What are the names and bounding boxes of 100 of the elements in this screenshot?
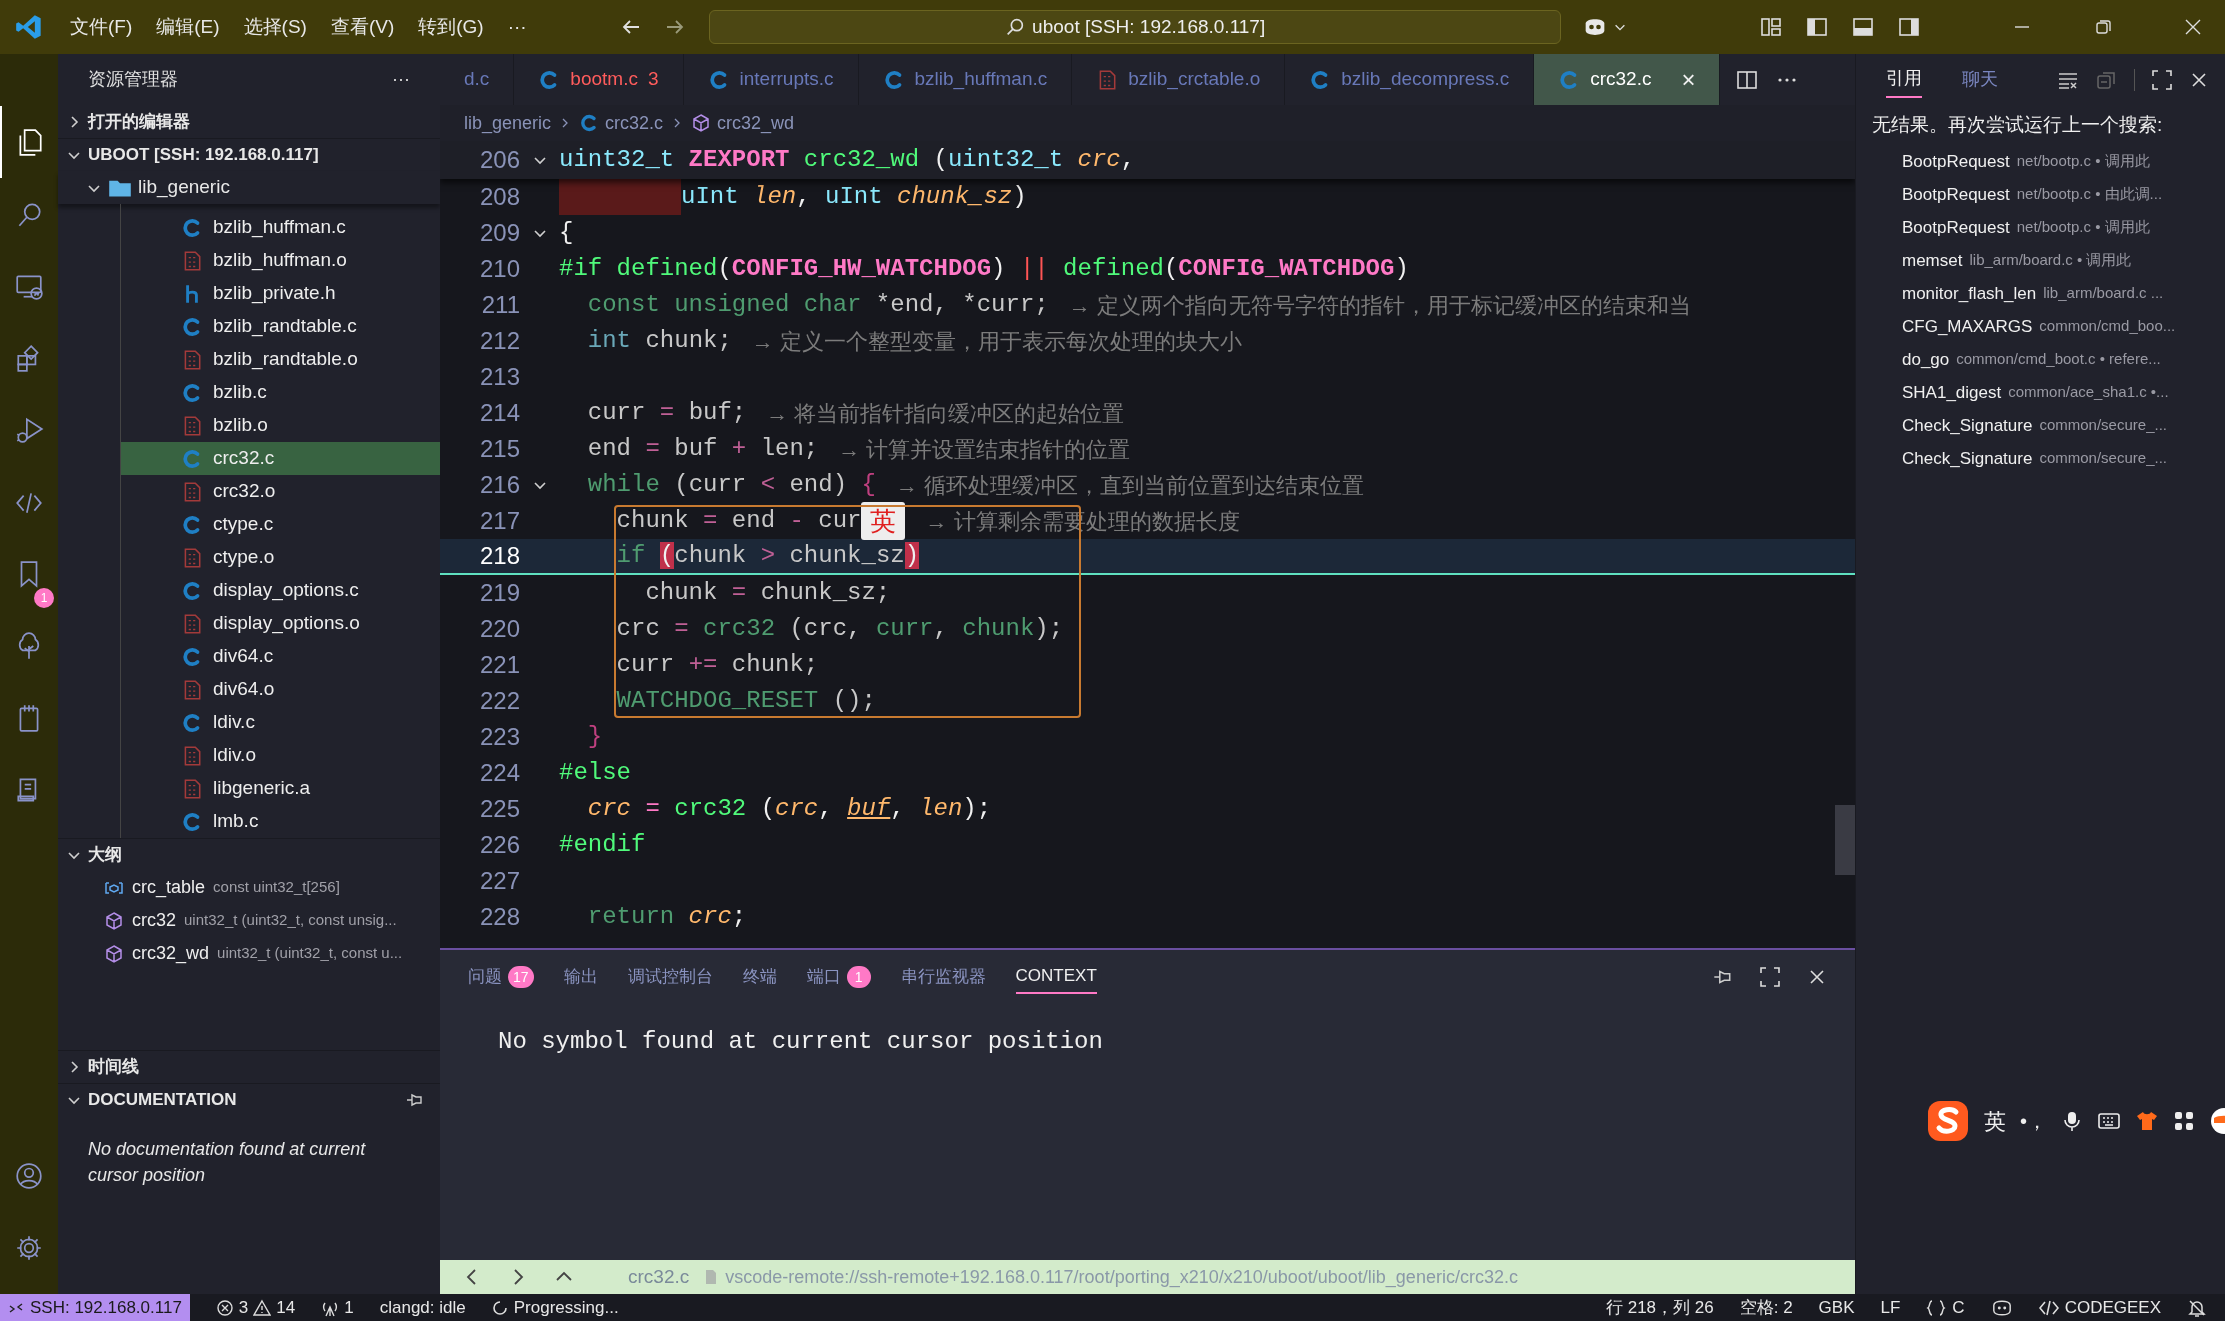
app-logo (15, 13, 43, 41)
file-item[interactable]: bzlib_huffman.c (121, 211, 440, 244)
panel-tab[interactable]: 引用 (1886, 61, 1922, 98)
breadcrumb-item[interactable]: crc32.c (605, 109, 664, 137)
command-search-field[interactable]: uboot [SSH: 192.168.0.117] (708, 10, 1561, 44)
reference-item[interactable]: BootpRequest net/bootp.c • 由此调... (1856, 178, 2225, 211)
panel-tab[interactable]: 端口 1 (806, 960, 871, 994)
shirt-icon (2135, 1110, 2159, 1132)
menu-item[interactable]: 选择(S) (231, 12, 319, 42)
section-header[interactable]: 打开的编辑器 (58, 105, 440, 138)
reference-item[interactable]: Check_Signature common/secure_... (1856, 442, 2225, 475)
microphone-icon (2061, 1110, 2083, 1132)
settings-icon[interactable] (14, 1233, 44, 1263)
code-text: const unsigned char *end, *curr; (586, 290, 1049, 320)
section-header[interactable]: 大纲 (58, 838, 440, 871)
remote-indicator[interactable]: SSH: 192.168.0.117 (0, 1294, 190, 1321)
outline-item[interactable]: crc32_wd uint32_t (uint32_t, const u... (58, 937, 440, 970)
code-text: #else (559, 758, 631, 788)
section-header[interactable]: 时间线 (58, 1050, 440, 1083)
input-mode-toggle[interactable]: 英 (1984, 1104, 2006, 1138)
reference-item[interactable]: do_go common/cmd_boot.c • refere... (1856, 343, 2225, 376)
panel-tab[interactable]: 调试控制台 (627, 960, 713, 994)
menu-item[interactable]: ··· (495, 12, 539, 42)
account-icon[interactable] (14, 1161, 44, 1191)
panel-tab[interactable]: 终端 (742, 960, 777, 994)
line-number: 221 (478, 650, 520, 680)
file-item[interactable]: bzlib_private.h (121, 277, 440, 310)
panel-tab[interactable]: 聊天 (1962, 62, 1998, 97)
outline-item[interactable]: crc_table const uint32_t[256] (58, 871, 440, 904)
status-item[interactable]: LF (1880, 1294, 1901, 1321)
breadcrumb-item[interactable]: lib_generic (464, 109, 552, 137)
language-indicator[interactable]: C (1926, 1294, 1965, 1321)
problems-indicator[interactable]: 3 14 (215, 1294, 296, 1321)
reference-item[interactable]: CFG_MAXARGS common/cmd_boo... (1856, 310, 2225, 343)
outline-item[interactable]: crc32 uint32_t (uint32_t, const unsig... (58, 904, 440, 937)
file-item[interactable]: bzlib_randtable.c (121, 310, 440, 343)
status-item[interactable]: clangd: idle (379, 1294, 466, 1321)
status-item[interactable]: 空格: 2 (1739, 1294, 1793, 1321)
menu-item[interactable]: 编辑(E) (144, 12, 232, 42)
code-text: WATCHDOG_RESET (); (615, 686, 876, 716)
cube-icon (104, 910, 124, 931)
file-item[interactable]: bzlib.o (121, 409, 440, 442)
debug-icon[interactable] (14, 415, 44, 445)
status-item[interactable]: 行 218，列 26 (1605, 1294, 1714, 1321)
file-item[interactable]: div64.c (121, 640, 440, 673)
line-number: 212 (478, 326, 520, 356)
file-item[interactable]: bzlib.c (121, 376, 440, 409)
menu-item[interactable]: 文件(F) (58, 12, 145, 42)
code-text: } (586, 722, 603, 752)
inlay-hint: → 定义两个指向无符号字符的指针，用于标记缓冲区的结束和当 (1068, 291, 1691, 320)
panel-tab[interactable]: CONTEXT (1015, 960, 1097, 994)
reference-item[interactable]: BootpRequest net/bootp.c • 调用此 (1856, 211, 2225, 244)
file-item[interactable]: libgeneric.a (121, 772, 440, 805)
input-method-badge: 英 (861, 502, 906, 540)
panel-tab[interactable]: 输出 (563, 960, 598, 994)
file-item[interactable]: ctype.o (121, 541, 440, 574)
editor-tab[interactable]: crc32.c × (1534, 54, 1721, 105)
grid-icon (2173, 1110, 2195, 1132)
file-item[interactable]: ldiv.o (121, 739, 440, 772)
panel-tab[interactable]: 串行监视器 (900, 960, 986, 994)
breadcrumb-item[interactable]: crc32_wd (717, 109, 795, 137)
codegeex-indicator[interactable]: CODEGEEX (2038, 1294, 2161, 1321)
tree-item[interactable]: lib_generic (58, 171, 440, 204)
file-item[interactable]: display_options.c (121, 574, 440, 607)
file-item[interactable]: crc32.c (121, 442, 440, 475)
notification-badge: 1 (34, 588, 54, 608)
line-number: 214 (478, 398, 520, 428)
file-item[interactable]: crc32.o (121, 475, 440, 508)
ports-indicator[interactable]: 1 (321, 1294, 354, 1321)
punctuation-toggle[interactable]: •， (2020, 1106, 2047, 1136)
reference-item[interactable]: memset lib_arm/board.c • 调用此 (1856, 244, 2225, 277)
section-header[interactable]: UBOOT [SSH: 192.168.0.117] (58, 138, 440, 171)
status-item[interactable]: GBK (1818, 1294, 1855, 1321)
file-item[interactable]: bzlib_randtable.o (121, 343, 440, 376)
file-item[interactable]: lmb.c (121, 805, 440, 838)
file-item[interactable]: ctype.c (121, 508, 440, 541)
line-number: 210 (478, 254, 520, 284)
line-number: 224 (478, 758, 520, 788)
panel-tab[interactable]: 问题 17 (468, 960, 534, 994)
menu-item[interactable]: 转到(G) (406, 12, 496, 42)
reference-item[interactable]: monitor_flash_len lib_arm/board.c ... (1856, 277, 2225, 310)
file-item[interactable]: ldiv.c (121, 706, 440, 739)
code-text: crc = crc32 (crc, buf, len); (586, 794, 992, 824)
file-item[interactable]: bzlib_huffman.o (121, 244, 440, 277)
reference-item[interactable]: Check_Signature common/secure_... (1856, 409, 2225, 442)
file-item[interactable]: div64.o (121, 673, 440, 706)
robot-icon (1990, 1297, 2013, 1318)
file-item[interactable]: display_options.o (121, 607, 440, 640)
reference-item[interactable]: SHA1_digest common/ace_sha1.c •... (1856, 376, 2225, 409)
file-path: vscode-remote://ssh-remote+192.168.0.117/root/porting_x210/x210/uboot/uboot/lib_generic/crc32.c (725, 1265, 1518, 1290)
more-actions-button[interactable]: ··· (392, 66, 410, 93)
line-number: 227 (478, 866, 520, 896)
reference-item[interactable]: BootpRequest net/bootp.c • 调用此 (1856, 145, 2225, 178)
section-header[interactable]: DOCUMENTATION (66, 1087, 237, 1113)
menu-item[interactable]: 查看(V) (318, 12, 407, 42)
progress-indicator[interactable]: Progressing... (491, 1294, 619, 1321)
code-text: { (559, 218, 574, 248)
cube-icon (104, 943, 124, 964)
sidebar-right-icon (1897, 15, 1921, 39)
code-text: #if defined(CONFIG_HW_WATCHDOG) || defined(CONFIG_WATCHDOG) (559, 254, 1409, 284)
